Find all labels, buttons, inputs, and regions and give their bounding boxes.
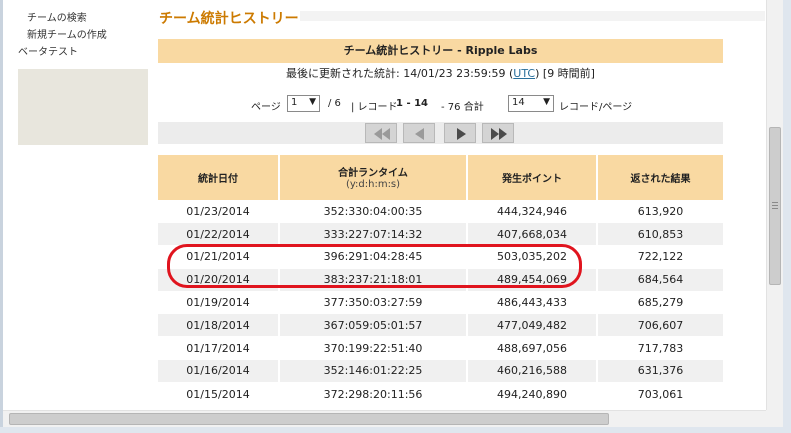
cell-date: 01/15/2014: [158, 381, 280, 406]
table-row: 01/22/2014 333:227:07:14:32 407,668,034 …: [158, 222, 723, 246]
table-row: 01/19/2014 377:350:03:27:59 486,443,433 …: [158, 290, 723, 314]
cell-results: 631,376: [597, 359, 723, 383]
table-row: 01/17/2014 370:199:22:51:40 488,697,056 …: [158, 336, 723, 360]
grip-line: [772, 202, 778, 203]
cell-points: 486,443,433: [467, 290, 598, 314]
page-select-value: 1: [291, 97, 298, 108]
right-arrow-icon: [457, 128, 466, 140]
cell-runtime: 396:291:04:28:45: [279, 245, 468, 269]
window-bottom-frame: [0, 427, 791, 433]
cell-runtime: 372:298:20:11:56: [279, 381, 468, 406]
cell-date: 01/21/2014: [158, 245, 280, 269]
cell-date: 01/17/2014: [158, 336, 280, 360]
page-count: / 6: [328, 98, 341, 109]
column-header-date: 統計日付: [158, 155, 280, 200]
sidebar: チームの検索 新規チームの作成 ベータテスト: [3, 0, 153, 410]
cell-points: 494,240,890: [467, 381, 598, 406]
record-total: - 76 合計: [441, 102, 484, 113]
table-row: 01/15/2014 372:298:20:11:56 494,240,890 …: [158, 381, 723, 406]
cell-date: 01/20/2014: [158, 267, 280, 292]
sidebar-item-beta-test[interactable]: ベータテスト: [18, 43, 78, 58]
team-stats-table: 統計日付 合計ランタイム (y:d:h:m:s) 発生ポイント 返された結果 0…: [158, 155, 723, 406]
record-label: | レコード: [351, 102, 398, 113]
per-page-label: レコード/ページ: [559, 102, 633, 113]
cell-runtime: 377:350:03:27:59: [279, 290, 468, 314]
vertical-scrollbar[interactable]: [766, 0, 783, 410]
cell-date: 01/23/2014: [158, 199, 280, 223]
page-select[interactable]: 1 ▼: [287, 95, 320, 112]
cell-points: 488,697,056: [467, 336, 598, 360]
cell-results: 685,279: [597, 290, 723, 314]
cell-runtime: 370:199:22:51:40: [279, 336, 468, 360]
scrollbar-corner: [766, 410, 783, 427]
cell-date: 01/16/2014: [158, 359, 280, 383]
dropdown-arrow-icon: ▼: [309, 97, 316, 107]
cell-points: 477,049,482: [467, 313, 598, 337]
pager-nav-strip: [158, 122, 723, 144]
cell-results: 684,564: [597, 267, 723, 292]
pager: ページ 1 ▼ / 6 | レコード 1 - 14 - 76 合計 14 ▼ レ…: [158, 95, 723, 113]
page-title: チーム統計ヒストリー: [159, 11, 299, 27]
panel-header: チーム統計ヒストリー - Ripple Labs: [158, 39, 723, 63]
double-left-arrow-icon: [374, 128, 390, 140]
column-header-runtime: 合計ランタイム (y:d:h:m:s): [279, 155, 468, 200]
column-header-points: 発生ポイント: [467, 155, 598, 200]
grip-line: [772, 205, 778, 206]
last-page-button[interactable]: [482, 123, 514, 143]
cell-results: 703,061: [597, 381, 723, 406]
title-rule: [300, 11, 765, 21]
left-arrow-icon: [415, 128, 424, 140]
table-row: 01/23/2014 352:330:04:00:35 444,324,946 …: [158, 199, 723, 223]
last-updated-row: 最後に更新された統計: 14/01/23 23:59:59 (UTC) [9 時…: [158, 67, 723, 81]
cell-results: 706,607: [597, 313, 723, 337]
sidebar-item-search-team[interactable]: チームの検索: [27, 9, 87, 24]
per-page-select[interactable]: 14 ▼: [508, 95, 554, 112]
prev-page-button[interactable]: [403, 123, 435, 143]
sidebar-item-create-team[interactable]: 新規チームの作成: [27, 26, 107, 41]
next-page-button[interactable]: [444, 123, 476, 143]
horizontal-scrollbar[interactable]: [3, 410, 783, 427]
cell-results: 722,122: [597, 245, 723, 269]
last-updated-text: 最後に更新された統計: 14/01/23 23:59:59 (: [286, 67, 514, 80]
runtime-header-format: (y:d:h:m:s): [345, 179, 401, 191]
table-header-row: 統計日付 合計ランタイム (y:d:h:m:s) 発生ポイント 返された結果: [158, 155, 723, 200]
cell-points: 489,454,069: [467, 267, 598, 292]
page-label: ページ: [251, 102, 281, 113]
table-row: 01/20/2014 383:237:21:18:01 489,454,069 …: [158, 267, 723, 292]
cell-results: 613,920: [597, 199, 723, 223]
cell-runtime: 352:146:01:22:25: [279, 359, 468, 383]
double-right-arrow-icon: [491, 128, 507, 140]
cell-runtime: 383:237:21:18:01: [279, 267, 468, 292]
cell-date: 01/22/2014: [158, 222, 280, 246]
horizontal-scroll-thumb[interactable]: [9, 413, 609, 425]
cell-points: 444,324,946: [467, 199, 598, 223]
table-row: 01/18/2014 367:059:05:01:57 477,049,482 …: [158, 313, 723, 337]
cell-points: 460,216,588: [467, 359, 598, 383]
cell-runtime: 352:330:04:00:35: [279, 199, 468, 223]
cell-points: 407,668,034: [467, 222, 598, 246]
vertical-scroll-thumb[interactable]: [769, 127, 781, 285]
utc-link[interactable]: UTC: [513, 67, 535, 80]
table-row: 01/16/2014 352:146:01:22:25 460,216,588 …: [158, 359, 723, 383]
cell-date: 01/18/2014: [158, 313, 280, 337]
grip-line: [772, 208, 778, 209]
dropdown-arrow-icon: ▼: [543, 97, 550, 107]
cell-results: 610,853: [597, 222, 723, 246]
first-page-button[interactable]: [365, 123, 397, 143]
cell-runtime: 367:059:05:01:57: [279, 313, 468, 337]
window-right-frame: [783, 0, 791, 433]
last-updated-suffix: ) [9 時間前]: [535, 67, 595, 80]
per-page-value: 14: [512, 97, 525, 108]
cell-points: 503,035,202: [467, 245, 598, 269]
runtime-header-label: 合計ランタイム: [338, 168, 408, 180]
cell-results: 717,783: [597, 336, 723, 360]
column-header-results: 返された結果: [597, 155, 723, 200]
sidebar-ad-placeholder: [18, 69, 148, 145]
cell-runtime: 333:227:07:14:32: [279, 222, 468, 246]
record-range: 1 - 14: [396, 98, 428, 109]
table-row: 01/21/2014 396:291:04:28:45 503,035,202 …: [158, 245, 723, 269]
cell-date: 01/19/2014: [158, 290, 280, 314]
